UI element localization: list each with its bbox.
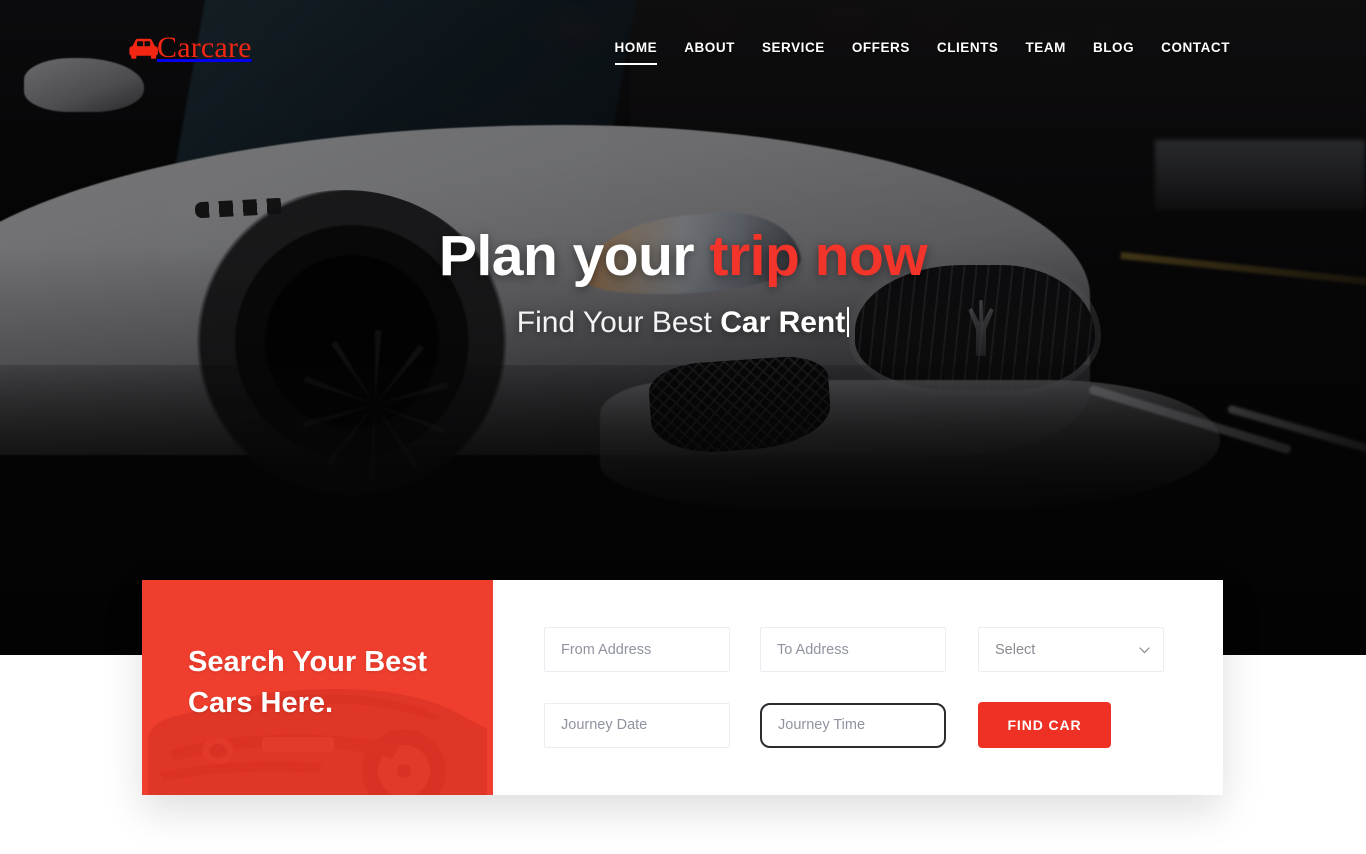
- to-address-input[interactable]: [760, 627, 946, 672]
- main-navigation: HOME ABOUT SERVICE OFFERS CLIENTS TEAM B…: [614, 40, 1231, 65]
- nav-item-blog[interactable]: BLOG: [1093, 40, 1134, 65]
- hero-subtitle-strong: Car Rent: [720, 306, 846, 339]
- car-select-wrapper: Select: [978, 627, 1164, 672]
- logo-text: Carcare: [157, 31, 252, 64]
- nav-item-service[interactable]: SERVICE: [762, 40, 825, 65]
- chevron-down-icon[interactable]: [1139, 641, 1150, 659]
- search-panel-title-line1: Search Your Best: [188, 646, 428, 678]
- search-panel: Search Your Best Cars Here. Select: [142, 580, 1223, 795]
- car-select[interactable]: Select: [978, 627, 1164, 672]
- nav-item-offers[interactable]: OFFERS: [852, 40, 910, 65]
- journey-date-input[interactable]: [544, 702, 730, 748]
- search-form-row-2: FIND CAR: [544, 702, 1223, 748]
- search-panel-headline-block: Search Your Best Cars Here.: [142, 580, 493, 795]
- logo-link[interactable]: Carcare: [128, 33, 252, 63]
- nav-item-clients[interactable]: CLIENTS: [937, 40, 999, 65]
- hero-subtitle-plain: Find Your Best: [516, 306, 721, 339]
- nav-item-team[interactable]: TEAM: [1026, 40, 1066, 65]
- car-select-value: Select: [995, 641, 1036, 658]
- search-form: Select FIND CAR: [493, 580, 1223, 795]
- hero-title-accent: trip now: [709, 224, 928, 288]
- from-address-input[interactable]: [544, 627, 730, 672]
- site-header: Carcare HOME ABOUT SERVICE OFFERS CLIENT…: [0, 0, 1366, 102]
- hero-subtitle: Find Your Best Car Rent: [0, 302, 1366, 344]
- hero-copy: Plan your trip now Find Your Best Car Re…: [0, 222, 1366, 344]
- find-car-button[interactable]: FIND CAR: [978, 702, 1111, 748]
- journey-time-input[interactable]: [760, 702, 946, 748]
- search-panel-title-line2: Cars Here.: [188, 687, 334, 719]
- nav-item-about[interactable]: ABOUT: [684, 40, 735, 65]
- hero-title-plain: Plan your: [438, 224, 710, 288]
- search-form-row-1: Select: [544, 627, 1223, 672]
- nav-item-contact[interactable]: CONTACT: [1161, 40, 1230, 65]
- page-root: Carcare HOME ABOUT SERVICE OFFERS CLIENT…: [0, 0, 1366, 854]
- search-panel-title: Search Your Best Cars Here.: [188, 642, 473, 724]
- typing-caret-icon: [847, 307, 850, 337]
- hero-title: Plan your trip now: [0, 222, 1366, 290]
- nav-item-home[interactable]: HOME: [614, 40, 658, 65]
- car-icon: [128, 36, 160, 60]
